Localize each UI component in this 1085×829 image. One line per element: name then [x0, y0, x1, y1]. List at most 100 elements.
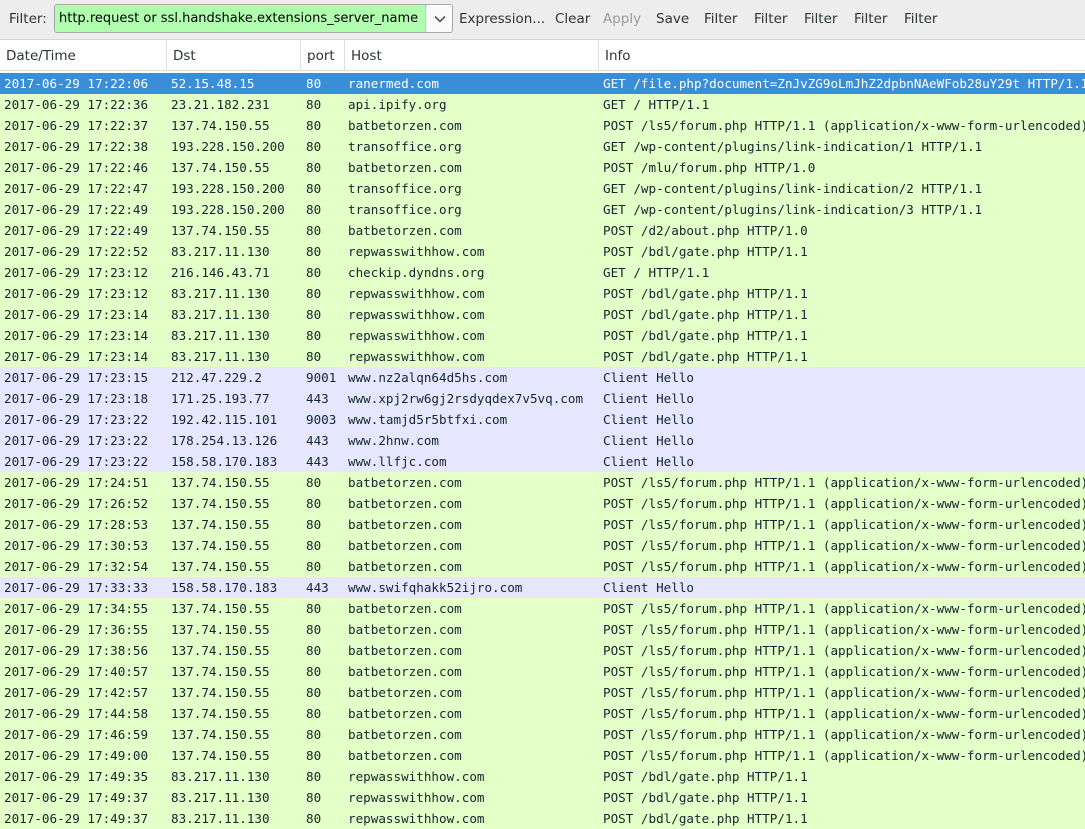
table-row[interactable]: 2017-06-29 17:40:57 137.74.150.55 80 batbet… [0, 661, 1085, 682]
column-header-host[interactable]: Host [345, 40, 599, 70]
table-row[interactable]: 2017-06-29 17:23:22 192.42.115.101 9003 www… [0, 409, 1085, 430]
table-row[interactable]: 2017-06-29 17:34:55 137.74.150.55 80 batbet… [0, 598, 1085, 619]
table-row[interactable]: 2017-06-29 17:32:54 137.74.150.55 80 batbet… [0, 556, 1085, 577]
expression-button[interactable]: Expression... [459, 11, 545, 27]
table-row[interactable]: 2017-06-29 17:23:15 212.47.229.2 9001 www.n… [0, 367, 1085, 388]
table-row[interactable]: 2017-06-29 17:22:46 137.74.150.55 80 batbet… [0, 157, 1085, 178]
cell-info: GET /wp-content/plugins/link-indication/… [603, 181, 983, 196]
cell-datetime: 2017-06-29 17:22:49 [4, 223, 149, 238]
table-row[interactable]: 2017-06-29 17:23:14 83.217.11.130 80 repwas… [0, 346, 1085, 367]
table-row[interactable]: 2017-06-29 17:22:52 83.217.11.130 80 repwas… [0, 241, 1085, 262]
table-row[interactable]: 2017-06-29 17:33:33 158.58.170.183 443 www.… [0, 577, 1085, 598]
table-row[interactable]: 2017-06-29 17:44:58 137.74.150.55 80 batbet… [0, 703, 1085, 724]
table-row[interactable]: 2017-06-29 17:24:51 137.74.150.55 80 batbet… [0, 472, 1085, 493]
cell-dst: 212.47.229.2 [171, 370, 262, 385]
table-row[interactable]: 2017-06-29 17:23:14 83.217.11.130 80 repwas… [0, 304, 1085, 325]
cell-datetime: 2017-06-29 17:22:36 [4, 97, 149, 112]
table-row[interactable]: 2017-06-29 17:23:22 178.254.13.126 443 www.… [0, 430, 1085, 451]
cell-port: 80 [306, 748, 322, 763]
table-row[interactable]: 2017-06-29 17:22:49 193.228.150.200 80 tran… [0, 199, 1085, 220]
column-header-info[interactable]: Info [599, 40, 1085, 70]
table-row[interactable]: 2017-06-29 17:49:35 83.217.11.130 80 repwas… [0, 766, 1085, 787]
cell-info: POST /ls5/forum.php HTTP/1.1 (applicatio… [603, 622, 1085, 637]
cell-host: repwasswithhow.com [348, 349, 485, 364]
cell-datetime: 2017-06-29 17:32:54 [4, 559, 149, 574]
filter-button-3[interactable]: Filter [804, 11, 837, 27]
cell-datetime: 2017-06-29 17:22:37 [4, 118, 149, 133]
cell-dst: 83.217.11.130 [171, 790, 270, 805]
column-header-dst[interactable]: Dst [167, 40, 301, 70]
table-row[interactable]: 2017-06-29 17:46:59 137.74.150.55 80 batbet… [0, 724, 1085, 745]
table-row[interactable]: 2017-06-29 17:23:14 83.217.11.130 80 repwas… [0, 325, 1085, 346]
table-row[interactable]: 2017-06-29 17:30:53 137.74.150.55 80 batbet… [0, 535, 1085, 556]
cell-dst: 137.74.150.55 [171, 118, 270, 133]
cell-datetime: 2017-06-29 17:23:22 [4, 454, 149, 469]
cell-datetime: 2017-06-29 17:23:15 [4, 370, 149, 385]
cell-dst: 137.74.150.55 [171, 496, 270, 511]
table-row[interactable]: 2017-06-29 17:22:47 193.228.150.200 80 tran… [0, 178, 1085, 199]
table-row[interactable]: 2017-06-29 17:49:37 83.217.11.130 80 repwas… [0, 787, 1085, 808]
cell-dst: 171.25.193.77 [171, 391, 270, 406]
table-row[interactable]: 2017-06-29 17:22:38 193.228.150.200 80 tran… [0, 136, 1085, 157]
cell-dst: 178.254.13.126 [171, 433, 278, 448]
clear-button[interactable]: Clear [555, 11, 590, 27]
cell-dst: 193.228.150.200 [171, 202, 285, 217]
table-row[interactable]: 2017-06-29 17:38:56 137.74.150.55 80 batbet… [0, 640, 1085, 661]
filter-button-4[interactable]: Filter [854, 11, 887, 27]
table-row[interactable]: 2017-06-29 17:23:12 83.217.11.130 80 repwas… [0, 283, 1085, 304]
cell-info: Client Hello [603, 370, 694, 385]
table-row[interactable]: 2017-06-29 17:22:49 137.74.150.55 80 batbet… [0, 220, 1085, 241]
cell-port: 80 [306, 139, 322, 154]
packet-list[interactable]: Date/Time Dst port Host Info 2017-06-29 … [0, 40, 1085, 829]
table-row[interactable]: 2017-06-29 17:23:12 216.146.43.71 80 checki… [0, 262, 1085, 283]
cell-port: 80 [306, 685, 322, 700]
cell-host: repwasswithhow.com [348, 307, 485, 322]
cell-host: batbetorzen.com [348, 517, 462, 532]
cell-datetime: 2017-06-29 17:23:22 [4, 412, 149, 427]
cell-port: 80 [306, 664, 322, 679]
table-row[interactable]: 2017-06-29 17:49:00 137.74.150.55 80 batbet… [0, 745, 1085, 766]
cell-info: POST /ls5/forum.php HTTP/1.1 (applicatio… [603, 706, 1085, 721]
table-row[interactable]: 2017-06-29 17:23:18 171.25.193.77 443 www.x… [0, 388, 1085, 409]
cell-port: 80 [306, 76, 322, 91]
filter-button-5[interactable]: Filter [904, 11, 937, 27]
cell-datetime: 2017-06-29 17:22:06 [4, 76, 149, 91]
filter-history-dropdown[interactable] [425, 5, 452, 32]
filter-button-2[interactable]: Filter [754, 11, 787, 27]
cell-host: api.ipify.org [348, 97, 447, 112]
apply-button[interactable]: Apply [603, 11, 641, 27]
table-row[interactable]: 2017-06-29 17:26:52 137.74.150.55 80 batbet… [0, 493, 1085, 514]
cell-datetime: 2017-06-29 17:22:52 [4, 244, 149, 259]
cell-datetime: 2017-06-29 17:24:51 [4, 475, 149, 490]
filter-toolbar: Filter: http.request or ssl.handshake.ex… [0, 0, 1085, 40]
cell-port: 80 [306, 307, 322, 322]
cell-port: 80 [306, 790, 322, 805]
cell-port: 80 [306, 97, 322, 112]
cell-dst: 137.74.150.55 [171, 727, 270, 742]
cell-host: batbetorzen.com [348, 496, 462, 511]
table-row[interactable]: 2017-06-29 17:42:57 137.74.150.55 80 batbet… [0, 682, 1085, 703]
cell-port: 9003 [306, 412, 337, 427]
table-row[interactable]: 2017-06-29 17:22:37 137.74.150.55 80 batbet… [0, 115, 1085, 136]
display-filter-input[interactable]: http.request or ssl.handshake.extensions… [55, 5, 425, 32]
table-row[interactable]: 2017-06-29 17:28:53 137.74.150.55 80 batbet… [0, 514, 1085, 535]
cell-info: POST /mlu/forum.php HTTP/1.0 [603, 160, 816, 175]
table-row[interactable]: 2017-06-29 17:22:36 23.21.182.231 80 api.ip… [0, 94, 1085, 115]
cell-datetime: 2017-06-29 17:23:22 [4, 433, 149, 448]
cell-host: batbetorzen.com [348, 643, 462, 658]
cell-info: POST /bdl/gate.php HTTP/1.1 [603, 244, 808, 259]
cell-port: 80 [306, 181, 322, 196]
table-row[interactable]: 2017-06-29 17:22:06 52.15.48.15 80 ranermed… [0, 73, 1085, 94]
table-row[interactable]: 2017-06-29 17:23:22 158.58.170.183 443 www.… [0, 451, 1085, 472]
cell-datetime: 2017-06-29 17:34:55 [4, 601, 149, 616]
filter-button-1[interactable]: Filter [704, 11, 737, 27]
cell-datetime: 2017-06-29 17:22:46 [4, 160, 149, 175]
column-header-datetime[interactable]: Date/Time [0, 40, 167, 70]
cell-datetime: 2017-06-29 17:36:55 [4, 622, 149, 637]
display-filter-combobox[interactable]: http.request or ssl.handshake.extensions… [54, 4, 453, 33]
save-button[interactable]: Save [656, 11, 689, 27]
cell-port: 80 [306, 202, 322, 217]
table-row[interactable]: 2017-06-29 17:49:37 83.217.11.130 80 repwas… [0, 808, 1085, 829]
table-row[interactable]: 2017-06-29 17:36:55 137.74.150.55 80 batbet… [0, 619, 1085, 640]
column-header-port[interactable]: port [301, 40, 345, 70]
